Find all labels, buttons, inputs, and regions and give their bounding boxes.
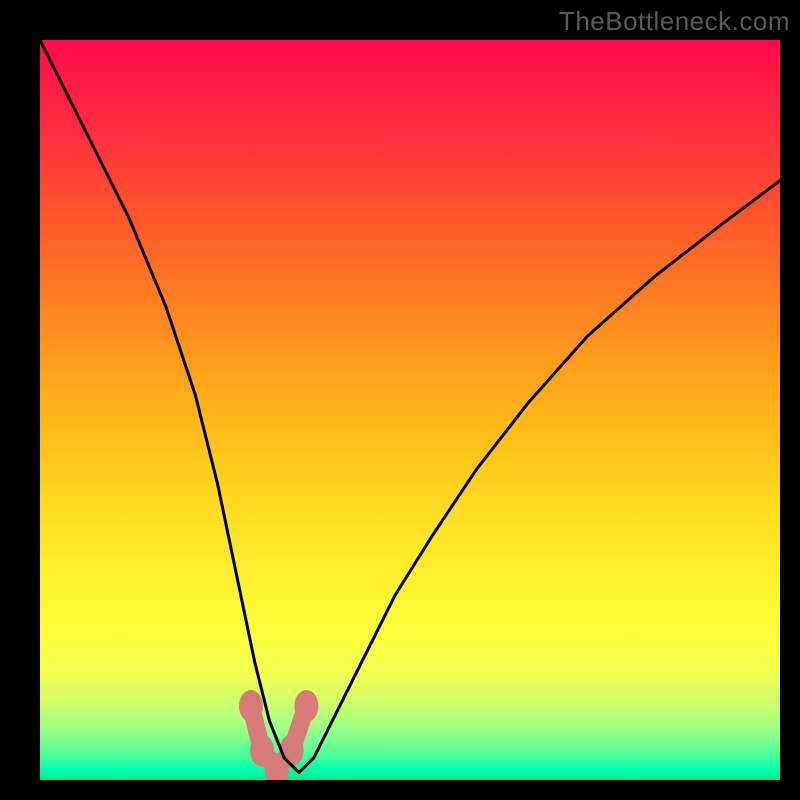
- watermark-text: TheBottleneck.com: [559, 6, 790, 37]
- chart-svg: [40, 40, 780, 780]
- plot-area: [40, 40, 780, 780]
- chart-frame: TheBottleneck.com: [0, 0, 800, 800]
- highlight-marker: [294, 690, 318, 722]
- highlight-marker: [280, 734, 304, 766]
- bottleneck-curve: [40, 40, 780, 773]
- highlight-marker: [239, 690, 263, 722]
